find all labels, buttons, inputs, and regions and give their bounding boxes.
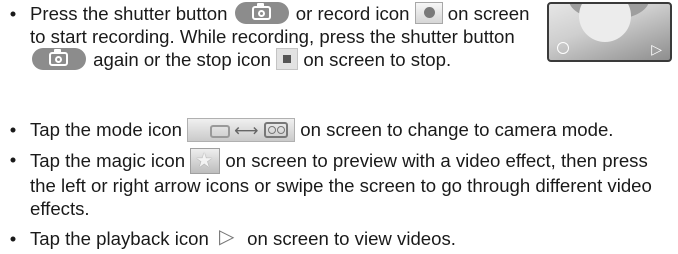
mode-switch-icon: ⟷: [187, 118, 296, 142]
instruction-text: Tap the mode icon ⟷ on screen to change …: [30, 118, 670, 142]
bullet: •: [9, 228, 17, 249]
text-segment: on screen to stop.: [303, 49, 452, 70]
text-segment: or record icon: [295, 3, 410, 24]
camera-preview-thumbnail: ▷: [547, 2, 672, 62]
record-indicator-icon: [557, 42, 569, 54]
text-segment: Tap the mode icon: [30, 119, 182, 140]
text-segment: on screen to view videos.: [247, 228, 456, 249]
instruction-text: Tap the magic icon ★ on screen to previe…: [30, 148, 670, 220]
text-segment: Tap the magic icon: [30, 150, 186, 171]
instruction-text: Tap the playback icon ▷ on screen to vie…: [30, 226, 670, 250]
magic-star-icon: ★: [190, 148, 221, 174]
stop-icon: [276, 48, 299, 70]
instruction-item-magic: • Tap the magic icon ★ on screen to prev…: [6, 148, 670, 220]
text-segment: again or the stop icon: [93, 49, 271, 70]
text-segment: Tap the playback icon: [30, 228, 209, 249]
text-segment: on screen to change to camera mode.: [300, 119, 614, 140]
instruction-item-playback: • Tap the playback icon ▷ on screen to v…: [6, 226, 670, 250]
play-icon: ▷: [651, 41, 662, 57]
text-segment: Press the shutter button: [30, 3, 228, 24]
bullet: •: [9, 3, 17, 24]
shutter-button-icon: [234, 2, 289, 24]
instruction-item-mode: • Tap the mode icon ⟷ on screen to chang…: [6, 118, 670, 142]
bullet: •: [9, 149, 17, 170]
playback-icon: ▷: [219, 226, 235, 248]
instruction-text: Press the shutter button or record icon …: [30, 2, 540, 71]
bullet: •: [9, 119, 17, 140]
shutter-button-icon: [32, 48, 86, 70]
record-icon: [414, 2, 443, 24]
